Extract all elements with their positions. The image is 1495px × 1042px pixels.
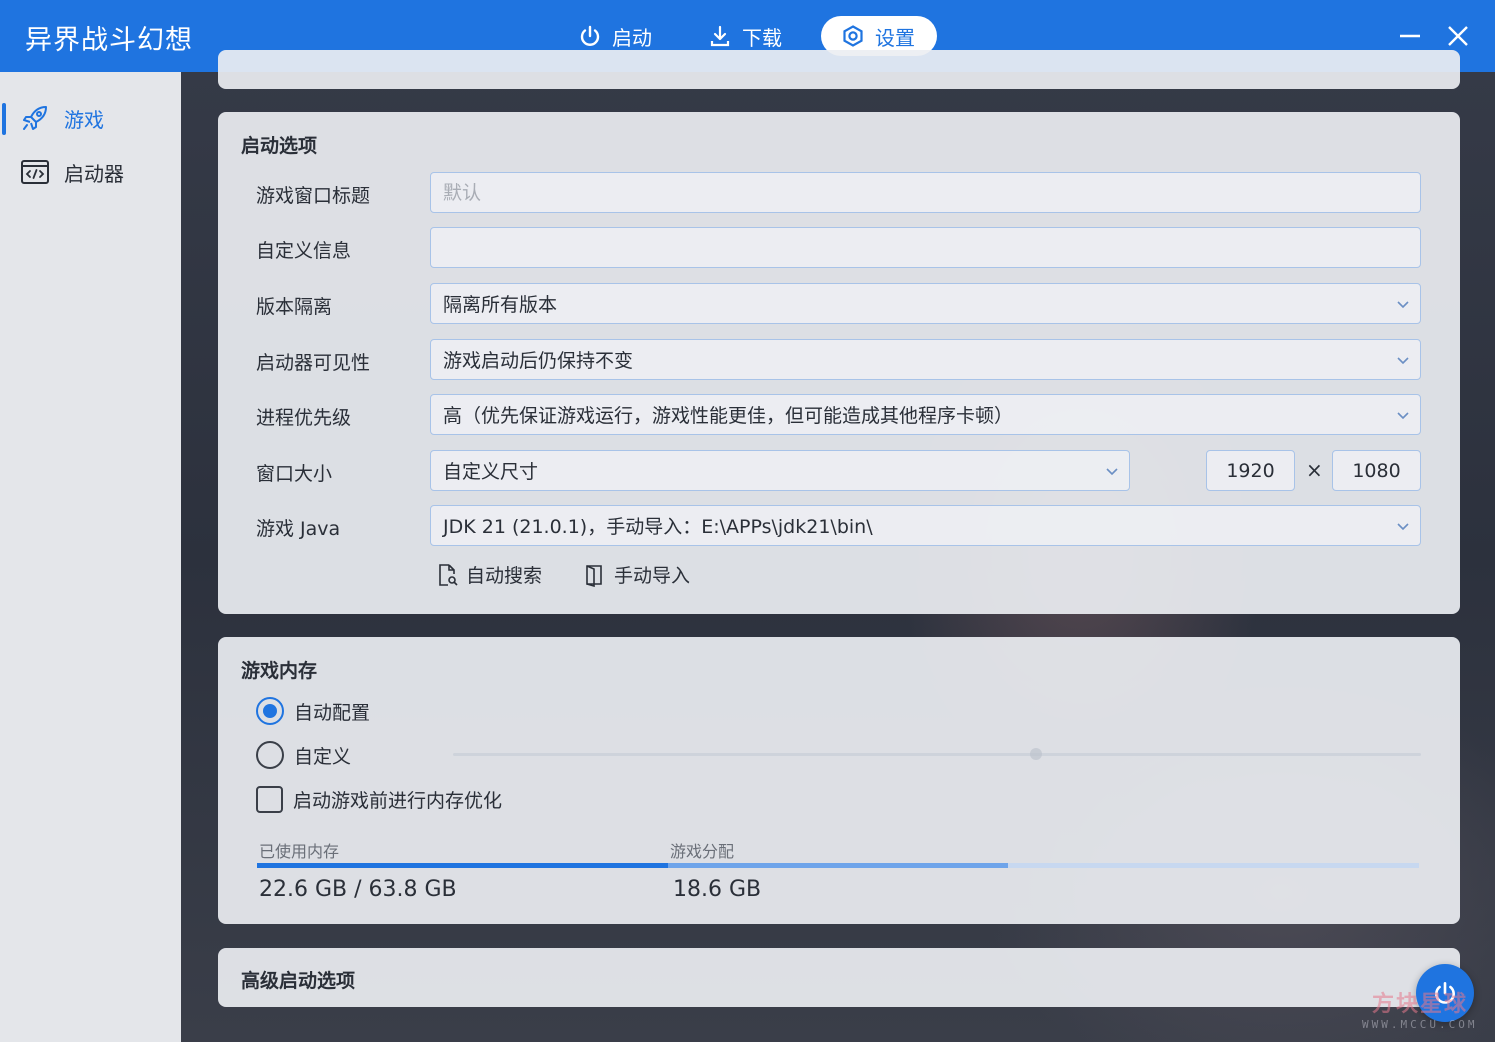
used-memory-label: 已使用内存 <box>259 842 340 861</box>
game-java-value: JDK 21 (21.0.1)，手动导入：E:\APPs\jdk21\bin\ <box>443 516 873 538</box>
version-isolation-label: 版本隔离 <box>256 296 333 318</box>
gear-icon <box>843 25 863 47</box>
watermark-brand: 方块星球 <box>1372 992 1469 1017</box>
custom-radio[interactable]: 自定义 <box>256 741 351 769</box>
size-separator: × <box>1306 458 1323 482</box>
memory-bar-used <box>257 863 669 868</box>
power-icon <box>580 25 600 46</box>
code-window-icon <box>21 160 49 184</box>
process-priority-value: 高（优先保证游戏运行，游戏性能更佳，但可能造成其他程序卡顿） <box>443 405 1014 427</box>
window-width-input[interactable]: 1920 <box>1206 450 1295 491</box>
chevron-down-icon <box>1397 523 1409 531</box>
auto-config-radio[interactable]: 自动配置 <box>256 697 370 725</box>
memory-bar-allocated <box>668 863 1008 868</box>
auto-config-label: 自动配置 <box>294 701 371 724</box>
rocket-icon <box>23 106 47 130</box>
checkbox-box <box>256 786 283 813</box>
radio-circle <box>256 697 284 725</box>
process-priority-label: 进程优先级 <box>256 407 352 429</box>
window-size-value: 自定义尺寸 <box>443 461 539 483</box>
window-size-label: 窗口大小 <box>256 463 333 485</box>
launcher-visibility-label: 启动器可见性 <box>256 352 371 374</box>
chevron-down-icon <box>1106 468 1118 476</box>
window-title-input[interactable] <box>430 172 1421 213</box>
memory-slider-track[interactable] <box>453 753 1421 756</box>
memory-title: 游戏内存 <box>241 660 318 682</box>
window-height-input[interactable]: 1080 <box>1332 450 1421 491</box>
active-indicator <box>2 103 6 135</box>
nav-launch-label: 启动 <box>612 25 652 50</box>
chevron-down-icon <box>1397 301 1409 309</box>
minimize-icon[interactable] <box>1394 20 1426 52</box>
game-allocation-value: 18.6 GB <box>673 877 762 902</box>
nav-download-label: 下载 <box>742 25 782 50</box>
radio-circle <box>256 741 284 769</box>
auto-search-label: 自动搜索 <box>466 565 543 587</box>
launch-options-card: 启动选项 游戏窗口标题 自定义信息 版本隔离 隔离所有版本 启动器可见性 游戏启… <box>218 112 1460 614</box>
close-icon[interactable] <box>1442 20 1474 52</box>
launcher-visibility-value: 游戏启动后仍保持不变 <box>443 350 634 372</box>
app-title: 异界战斗幻想 <box>25 25 193 56</box>
game-java-label: 游戏 Java <box>256 518 341 540</box>
used-memory-value: 22.6 GB / 63.8 GB <box>259 877 457 902</box>
chevron-down-icon <box>1397 412 1409 420</box>
nav-settings-label: 设置 <box>875 25 915 50</box>
version-isolation-value: 隔离所有版本 <box>443 294 558 316</box>
sidebar-item-game[interactable]: 游戏 <box>0 95 181 141</box>
custom-info-label: 自定义信息 <box>256 240 352 262</box>
manual-import-label: 手动导入 <box>614 565 691 587</box>
advanced-options-card[interactable]: 高级启动选项 <box>218 948 1460 1007</box>
window-title-label: 游戏窗口标题 <box>256 185 371 207</box>
previous-card <box>218 50 1460 89</box>
sidebar: 游戏 启动器 <box>0 72 181 1042</box>
game-allocation-label: 游戏分配 <box>670 842 735 861</box>
memory-slider-handle[interactable] <box>1030 748 1042 760</box>
memory-bar <box>257 863 1419 868</box>
custom-info-input[interactable] <box>430 227 1421 268</box>
process-priority-select[interactable]: 高（优先保证游戏运行，游戏性能更佳，但可能造成其他程序卡顿） <box>430 394 1421 435</box>
memory-optimize-label: 启动游戏前进行内存优化 <box>293 790 503 812</box>
sidebar-item-label: 游戏 <box>64 107 104 132</box>
watermark-url: WWW.MCCU.COM <box>1362 1018 1478 1031</box>
advanced-options-title: 高级启动选项 <box>241 970 356 992</box>
sidebar-item-launcher[interactable]: 启动器 <box>0 149 181 195</box>
chevron-down-icon <box>1397 357 1409 365</box>
folder-open-icon <box>586 564 602 587</box>
window-size-select[interactable]: 自定义尺寸 <box>430 450 1130 491</box>
launch-options-title: 启动选项 <box>241 135 318 157</box>
sidebar-item-label: 启动器 <box>64 161 124 186</box>
auto-search-button[interactable]: 自动搜索 <box>436 561 542 588</box>
memory-optimize-checkbox[interactable]: 启动游戏前进行内存优化 <box>256 786 502 813</box>
download-icon <box>710 25 730 47</box>
version-isolation-select[interactable]: 隔离所有版本 <box>430 283 1421 324</box>
custom-label: 自定义 <box>294 745 352 768</box>
memory-card: 游戏内存 自动配置 自定义 启动游戏前进行内存优化 已使用内存 游戏分配 22.… <box>218 637 1460 924</box>
launcher-visibility-select[interactable]: 游戏启动后仍保持不变 <box>430 339 1421 380</box>
game-java-select[interactable]: JDK 21 (21.0.1)，手动导入：E:\APPs\jdk21\bin\ <box>430 505 1421 546</box>
manual-import-button[interactable]: 手动导入 <box>584 561 690 588</box>
file-search-icon <box>439 563 458 586</box>
